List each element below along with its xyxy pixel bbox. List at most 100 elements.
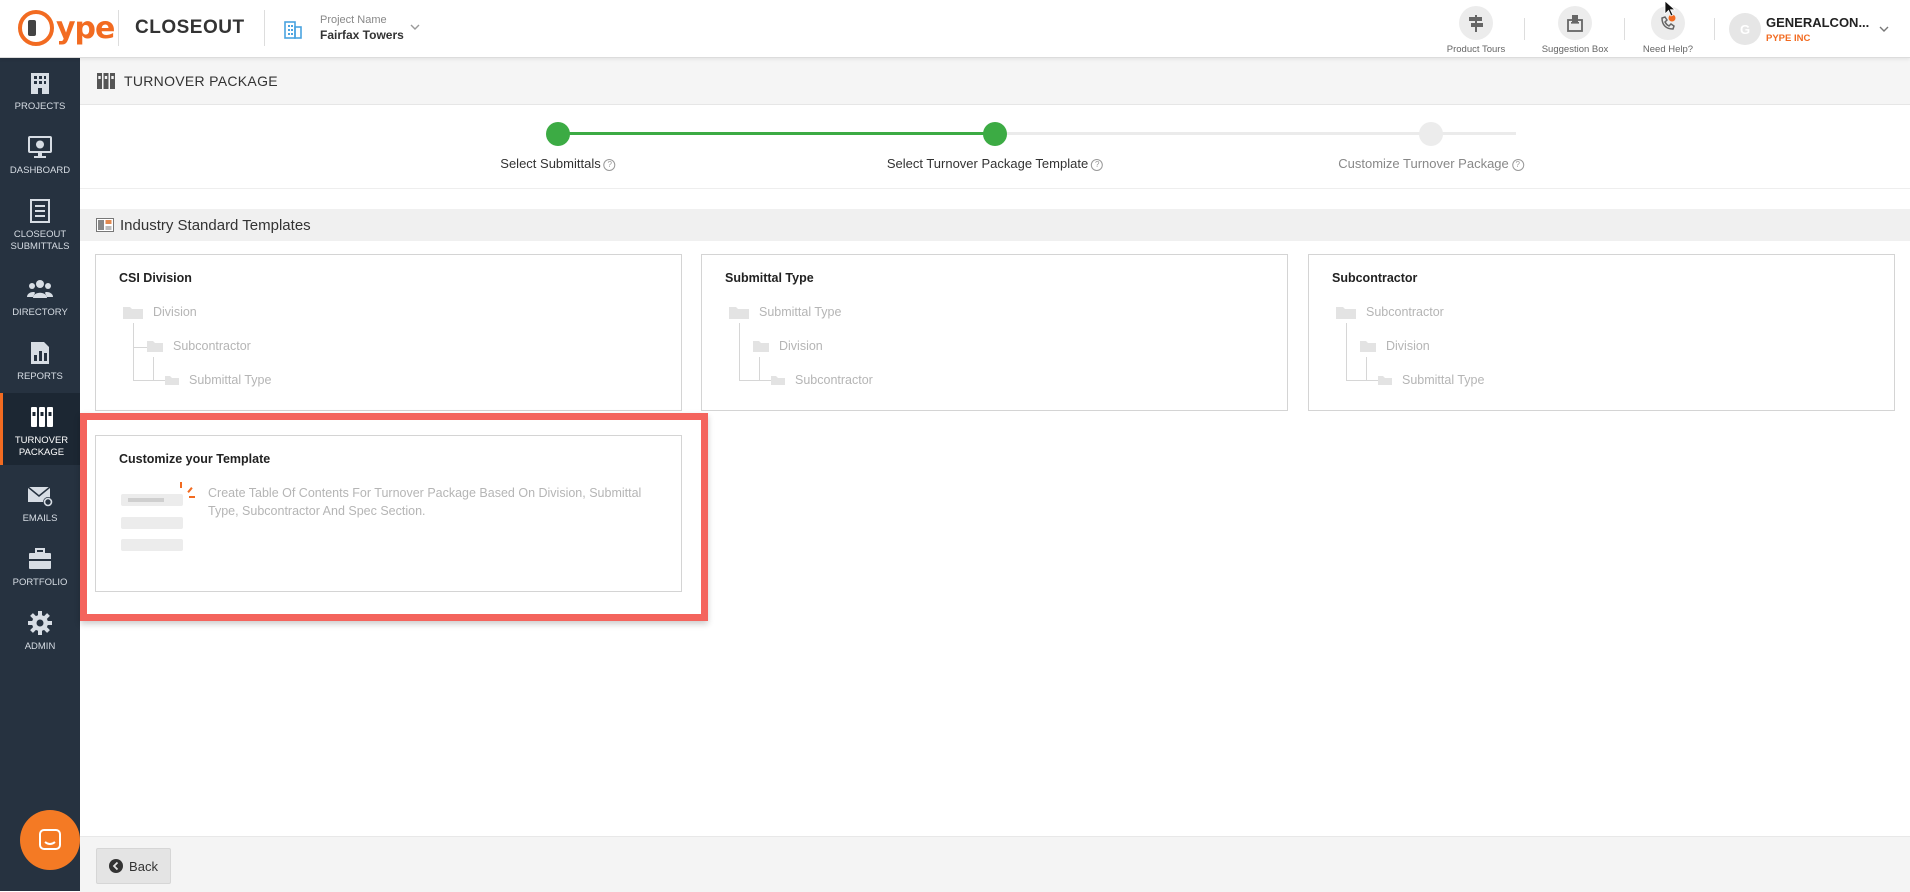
footer-bar: Back (80, 836, 1910, 892)
sidebar-item-label: PROJECTS (14, 101, 66, 112)
tree-level-label: Submittal Type (1402, 373, 1485, 387)
template-card-customize[interactable]: Customize your Template Create Table Of … (95, 435, 682, 592)
help-icon[interactable]: ? (1091, 159, 1104, 171)
tree-level-1: Submittal Type (728, 304, 841, 320)
tree-level-label: Division (779, 339, 823, 353)
back-button-label: Back (129, 858, 158, 874)
tree-level-2: Subcontractor (146, 339, 251, 353)
tree-level-label: Subcontractor (1366, 305, 1444, 319)
binders-icon (97, 73, 115, 89)
sidebar-item-label: EMAILS (22, 513, 58, 524)
tree-level-2: Division (752, 339, 823, 353)
tree-line (153, 357, 154, 380)
tree-line (739, 380, 773, 381)
folder-icon (123, 307, 143, 319)
step-dot-complete (546, 122, 570, 146)
product-tours-button[interactable]: Product Tours (1426, 6, 1526, 55)
building-icon (284, 21, 302, 39)
sidebar-item-label: TURNOVER PACKAGE (14, 435, 69, 458)
briefcase-icon (29, 548, 51, 569)
card-title: CSI Division (119, 271, 192, 285)
sidebar-item-label: PORTFOLIO (12, 577, 68, 588)
step-customize-package: Customize Turnover Package? (1338, 156, 1524, 171)
tree-level-label: Subcontractor (173, 339, 251, 353)
template-icon (96, 218, 114, 232)
email-gear-icon (27, 486, 53, 507)
folder-icon (753, 341, 769, 352)
sidebar-item-dashboard[interactable]: DASHBOARD (0, 133, 80, 177)
template-card-csi-division[interactable]: CSI Division Division Subcontractor Subm… (95, 254, 682, 411)
help-icon[interactable]: ? (603, 159, 616, 171)
signpost-icon (1469, 15, 1483, 32)
tree-level-label: Submittal Type (759, 305, 842, 319)
sidebar-item-label: ADMIN (24, 641, 56, 652)
sidebar-item-projects[interactable]: PROJECTS (0, 69, 80, 113)
tree-level-label: Subcontractor (795, 373, 873, 387)
gear-icon (28, 611, 52, 635)
card-title: Subcontractor (1332, 271, 1418, 285)
tree-level-label: Division (153, 305, 197, 319)
page-title-bar: TURNOVER PACKAGE (80, 58, 1910, 105)
avatar[interactable]: G (1729, 13, 1761, 45)
step-select-submittals[interactable]: Select Submittals? (500, 156, 616, 171)
project-selector[interactable]: Fairfax Towers (320, 28, 404, 42)
step-label: Select Submittals (500, 156, 601, 171)
folder-icon (771, 376, 785, 385)
user-name[interactable]: GENERALCON... (1766, 15, 1869, 30)
help-icon[interactable]: ? (1511, 159, 1524, 171)
sidebar-item-directory[interactable]: DIRECTORY (0, 275, 80, 319)
tree-level-1: Division (122, 304, 197, 320)
stepper: Select Submittals? Select Turnover Packa… (80, 104, 1910, 189)
binders-icon (30, 407, 53, 427)
user-organization: PYPE INC (1766, 33, 1811, 44)
tree-level-3: Submittal Type (1377, 373, 1484, 387)
sidebar-item-label: REPORTS (17, 371, 63, 382)
pype-logo[interactable]: ype (18, 8, 115, 48)
product-tours-label: Product Tours (1446, 44, 1506, 55)
page-title: TURNOVER PACKAGE (124, 73, 278, 89)
back-button[interactable]: Back (96, 848, 171, 884)
tree-level-3: Subcontractor (770, 373, 873, 387)
tree-line (133, 380, 167, 381)
suggestion-box-button[interactable]: Suggestion Box (1525, 6, 1625, 55)
step-dot-pending (1419, 122, 1443, 146)
sidebar-item-closeout-submittals[interactable]: CLOSEOUT SUBMITTALS (0, 197, 80, 253)
chat-launcher-button[interactable] (20, 810, 80, 870)
template-card-subcontractor[interactable]: Subcontractor Subcontractor Division Sub… (1308, 254, 1895, 411)
card-title: Submittal Type (725, 271, 814, 285)
sidebar: PROJECTS DASHBOARD CLOSEOUT SUBMITTALS D… (0, 57, 80, 891)
report-chart-icon (31, 342, 49, 364)
top-header: ype CLOSEOUT Project Name Fairfax Towers… (0, 0, 1910, 58)
tree-line (1366, 357, 1367, 380)
sidebar-item-emails[interactable]: EMAILS (0, 481, 80, 525)
arrow-left-circle-icon (109, 859, 124, 873)
tree-line (759, 357, 760, 380)
step-dot-current (983, 122, 1007, 146)
tree-line (739, 323, 740, 380)
chevron-down-icon[interactable] (408, 20, 422, 34)
mouse-cursor-icon (1664, 0, 1677, 17)
folder-icon (165, 376, 179, 385)
people-icon (27, 280, 53, 298)
app-name: CLOSEOUT (135, 17, 245, 38)
tree-level-label: Submittal Type (189, 373, 272, 387)
section-title: Industry Standard Templates (120, 217, 311, 234)
sidebar-item-turnover-package[interactable]: TURNOVER PACKAGE (0, 393, 80, 465)
sidebar-item-label: DASHBOARD (9, 165, 71, 176)
folder-icon (1336, 307, 1356, 319)
tree-line (1346, 323, 1347, 380)
tree-level-3: Submittal Type (164, 373, 271, 387)
tree-level-label: Division (1386, 339, 1430, 353)
sidebar-item-admin[interactable]: ADMIN (0, 609, 80, 653)
sidebar-item-reports[interactable]: REPORTS (0, 339, 80, 383)
template-card-submittal-type[interactable]: Submittal Type Submittal Type Division S… (701, 254, 1288, 411)
card-description: Create Table Of Contents For Turnover Pa… (208, 486, 642, 518)
document-list-icon (30, 199, 50, 223)
sidebar-item-label: CLOSEOUT SUBMITTALS (10, 229, 70, 252)
tree-level-1: Subcontractor (1335, 304, 1444, 320)
sidebar-item-portfolio[interactable]: PORTFOLIO (0, 545, 80, 589)
logo-text: ype (56, 10, 115, 46)
chevron-down-icon[interactable] (1878, 23, 1890, 35)
step-select-template[interactable]: Select Turnover Package Template? (887, 156, 1104, 171)
divider (264, 10, 265, 46)
